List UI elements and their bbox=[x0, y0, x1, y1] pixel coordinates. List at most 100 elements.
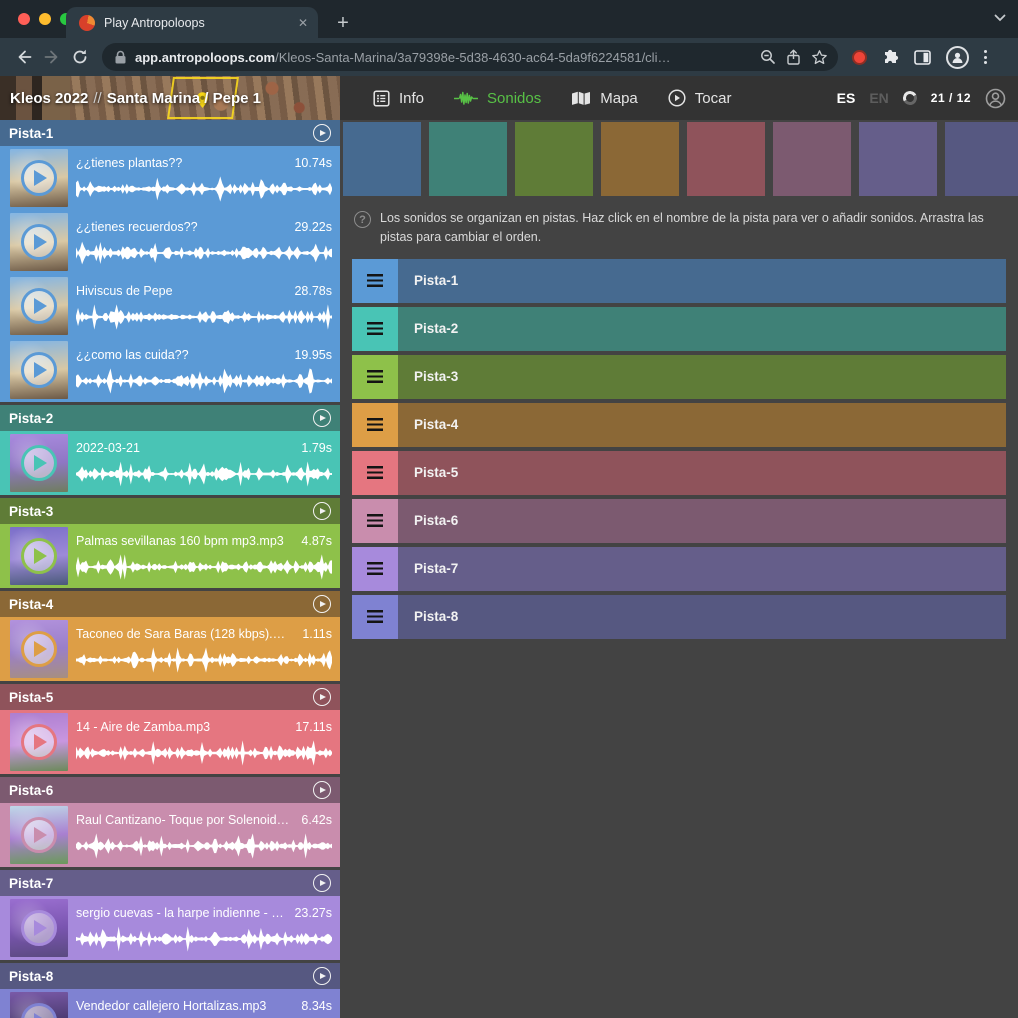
track-row-pista-3[interactable]: Pista-3 bbox=[352, 355, 1006, 399]
audio-clip[interactable]: Vendedor callejero Hortalizas.mp3 8.34s bbox=[0, 989, 340, 1018]
color-swatch-pista-7[interactable] bbox=[859, 122, 937, 196]
track-row-pista-8[interactable]: Pista-8 bbox=[352, 595, 1006, 639]
track-row-pista-5[interactable]: Pista-5 bbox=[352, 451, 1006, 495]
track-drag-handle[interactable] bbox=[352, 355, 398, 399]
nav-tab-sonidos[interactable]: Sonidos bbox=[439, 90, 556, 107]
clip-play-icon[interactable] bbox=[21, 288, 57, 324]
drag-handle-icon bbox=[367, 418, 383, 431]
track-row-pista-7[interactable]: Pista-7 bbox=[352, 547, 1006, 591]
clip-play-icon[interactable] bbox=[21, 224, 57, 260]
play-circle-icon bbox=[668, 89, 686, 107]
track-row-body[interactable]: Pista-4 bbox=[398, 403, 1006, 447]
color-swatch-pista-2[interactable] bbox=[429, 122, 507, 196]
extensions-puzzle-icon[interactable] bbox=[882, 49, 899, 66]
tab-close-icon[interactable]: ✕ bbox=[298, 16, 308, 30]
clip-play-icon[interactable] bbox=[21, 631, 57, 667]
recording-extension-icon[interactable] bbox=[852, 50, 867, 65]
color-swatch-pista-6[interactable] bbox=[773, 122, 851, 196]
close-window-icon[interactable] bbox=[18, 13, 30, 25]
track-row-pista-4[interactable]: Pista-4 bbox=[352, 403, 1006, 447]
track-header[interactable]: Pista-8 bbox=[0, 963, 340, 989]
nav-tab-tocar[interactable]: Tocar bbox=[653, 89, 747, 107]
audio-clip[interactable]: ¿¿tienes recuerdos?? 29.22s bbox=[0, 210, 340, 274]
color-swatch-pista-1[interactable] bbox=[343, 122, 421, 196]
clip-play-icon[interactable] bbox=[21, 445, 57, 481]
audio-clip[interactable]: ¿¿como las cuida?? 19.95s bbox=[0, 338, 340, 402]
clip-play-icon[interactable] bbox=[21, 538, 57, 574]
track-row-pista-6[interactable]: Pista-6 bbox=[352, 499, 1006, 543]
track-row-pista-2[interactable]: Pista-2 bbox=[352, 307, 1006, 351]
track-row-body[interactable]: Pista-7 bbox=[398, 547, 1006, 591]
macos-traffic-lights[interactable] bbox=[18, 13, 72, 25]
color-swatch-pista-4[interactable] bbox=[601, 122, 679, 196]
color-swatch-pista-5[interactable] bbox=[687, 122, 765, 196]
track-drag-handle[interactable] bbox=[352, 307, 398, 351]
track-header[interactable]: Pista-4 bbox=[0, 591, 340, 617]
audio-clip[interactable]: Hiviscus de Pepe 28.78s bbox=[0, 274, 340, 338]
track-row-body[interactable]: Pista-2 bbox=[398, 307, 1006, 351]
forward-button[interactable] bbox=[38, 43, 66, 71]
track-play-icon[interactable] bbox=[313, 688, 331, 706]
audio-clip[interactable]: sergio cuevas - la harpe indienne - 03 -… bbox=[0, 896, 340, 960]
track-drag-handle[interactable] bbox=[352, 499, 398, 543]
track-header[interactable]: Pista-5 bbox=[0, 684, 340, 710]
browser-menu-icon[interactable] bbox=[984, 50, 987, 64]
track-row-body[interactable]: Pista-8 bbox=[398, 595, 1006, 639]
back-button[interactable] bbox=[10, 43, 38, 71]
clip-title: Raul Cantizano- Toque por Solenoide.mp3 bbox=[76, 813, 293, 827]
clip-play-icon[interactable] bbox=[21, 724, 57, 760]
breadcrumb-project[interactable]: Kleos 2022 bbox=[10, 90, 88, 107]
nav-tab-mapa[interactable]: Mapa bbox=[556, 90, 653, 107]
track-header[interactable]: Pista-3 bbox=[0, 498, 340, 524]
track-header[interactable]: Pista-2 bbox=[0, 405, 340, 431]
track-row-body[interactable]: Pista-6 bbox=[398, 499, 1006, 543]
language-es-button[interactable]: ES bbox=[837, 90, 856, 106]
track-drag-handle[interactable] bbox=[352, 547, 398, 591]
track-play-icon[interactable] bbox=[313, 595, 331, 613]
audio-clip[interactable]: Palmas sevillanas 160 bpm mp3.mp3 4.87s bbox=[0, 524, 340, 588]
track-drag-handle[interactable] bbox=[352, 595, 398, 639]
track-row-body[interactable]: Pista-3 bbox=[398, 355, 1006, 399]
track-play-icon[interactable] bbox=[313, 124, 331, 142]
reload-button[interactable] bbox=[66, 43, 94, 71]
browser-tab[interactable]: Play Antropoloops ✕ bbox=[66, 7, 318, 38]
track-drag-handle[interactable] bbox=[352, 451, 398, 495]
zoom-level-icon[interactable] bbox=[760, 49, 776, 65]
color-swatch-pista-3[interactable] bbox=[515, 122, 593, 196]
audio-clip[interactable]: ¿¿tienes plantas?? 10.74s bbox=[0, 146, 340, 210]
browser-profile-avatar[interactable] bbox=[946, 46, 969, 69]
audio-clip[interactable]: 2022-03-21 1.79s bbox=[0, 431, 340, 495]
track-play-icon[interactable] bbox=[313, 781, 331, 799]
clip-play-icon[interactable] bbox=[21, 817, 57, 853]
clip-play-icon[interactable] bbox=[21, 1003, 57, 1018]
track-play-icon[interactable] bbox=[313, 502, 331, 520]
new-tab-button[interactable]: + bbox=[330, 10, 356, 36]
audio-clip[interactable]: Raul Cantizano- Toque por Solenoide.mp3 … bbox=[0, 803, 340, 867]
track-row-pista-1[interactable]: Pista-1 bbox=[352, 259, 1006, 303]
audio-clip[interactable]: 14 - Aire de Zamba.mp3 17.11s bbox=[0, 710, 340, 774]
track-play-icon[interactable] bbox=[313, 967, 331, 985]
clip-play-icon[interactable] bbox=[21, 910, 57, 946]
track-play-icon[interactable] bbox=[313, 409, 331, 427]
track-header[interactable]: Pista-7 bbox=[0, 870, 340, 896]
audio-clip[interactable]: Taconeo de Sara Baras (128 kbps).mp3 1.1… bbox=[0, 617, 340, 681]
side-panel-icon[interactable] bbox=[914, 50, 931, 65]
track-header[interactable]: Pista-1 bbox=[0, 120, 340, 146]
tab-search-chevron-icon[interactable] bbox=[994, 14, 1006, 22]
track-row-body[interactable]: Pista-1 bbox=[398, 259, 1006, 303]
track-drag-handle[interactable] bbox=[352, 259, 398, 303]
account-icon[interactable] bbox=[985, 88, 1006, 109]
track-row-body[interactable]: Pista-5 bbox=[398, 451, 1006, 495]
track-play-icon[interactable] bbox=[313, 874, 331, 892]
color-swatch-pista-8[interactable] bbox=[945, 122, 1018, 196]
track-header[interactable]: Pista-6 bbox=[0, 777, 340, 803]
nav-tab-info[interactable]: Info bbox=[358, 90, 439, 107]
bookmark-star-icon[interactable] bbox=[811, 49, 828, 66]
track-drag-handle[interactable] bbox=[352, 403, 398, 447]
clip-play-icon[interactable] bbox=[21, 352, 57, 388]
language-en-button[interactable]: EN bbox=[869, 90, 888, 106]
minimize-window-icon[interactable] bbox=[39, 13, 51, 25]
share-icon[interactable] bbox=[786, 49, 801, 66]
address-bar[interactable]: app.antropoloops.com/Kleos-Santa-Marina/… bbox=[102, 43, 838, 71]
clip-play-icon[interactable] bbox=[21, 160, 57, 196]
